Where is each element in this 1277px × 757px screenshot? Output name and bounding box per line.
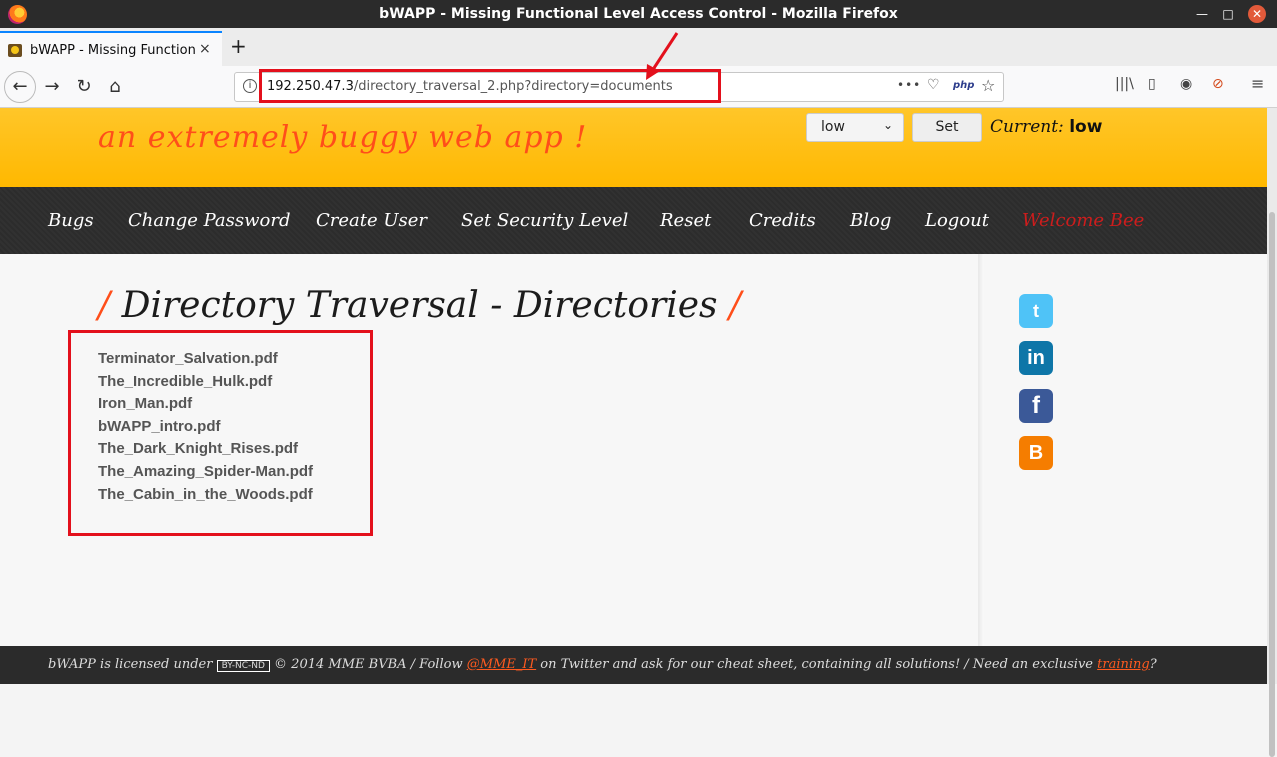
tab-bwapp[interactable]: bWAPP - Missing Function ×	[0, 31, 222, 66]
menu-set-security-level[interactable]: Set Security Level	[461, 210, 628, 231]
home-button[interactable]: ⌂	[101, 73, 129, 101]
current-value: low	[1069, 117, 1103, 137]
pocket-icon[interactable]: ♡	[927, 77, 940, 93]
page-title: / Directory Traversal - Directories /	[98, 285, 741, 326]
menu-change-password[interactable]: Change Password	[128, 210, 290, 231]
addon-icon[interactable]: ⊘	[1212, 76, 1224, 92]
footer-part4: ?	[1149, 657, 1157, 672]
menu-credits[interactable]: Credits	[749, 210, 816, 231]
twitter-handle-link[interactable]: @MME_IT	[467, 657, 536, 672]
new-tab-button[interactable]: +	[230, 34, 247, 58]
security-level-value: low	[821, 119, 845, 135]
twitter-icon[interactable]: t	[1019, 294, 1053, 328]
tab-strip: bWAPP - Missing Function × +	[0, 28, 1277, 66]
minimize-icon[interactable]: —	[1194, 6, 1210, 22]
scrollbar-thumb[interactable]	[1269, 212, 1275, 757]
sidebar-divider	[978, 254, 984, 646]
menu-logout[interactable]: Logout	[925, 210, 989, 231]
page-scrollbar[interactable]	[1267, 108, 1277, 757]
security-level-select[interactable]: low ⌄	[806, 113, 904, 142]
tab-title: bWAPP - Missing Function	[30, 43, 195, 58]
main-menu: Bugs Change Password Create User Set Sec…	[0, 187, 1267, 254]
tab-close-icon[interactable]: ×	[199, 41, 211, 57]
footer-text: bWAPP is licensed under BY-NC-ND © 2014 …	[48, 657, 1157, 672]
maximize-icon[interactable]: □	[1220, 6, 1236, 22]
bookmark-star-icon[interactable]: ☆	[981, 76, 995, 95]
window-title: bWAPP - Missing Functional Level Access …	[379, 6, 898, 22]
account-icon[interactable]: ◉	[1180, 76, 1192, 92]
current-security-level: Current: low	[990, 117, 1102, 137]
menu-blog[interactable]: Blog	[850, 210, 891, 231]
menu-reset[interactable]: Reset	[660, 210, 711, 231]
file-list-highlight-box	[68, 330, 373, 536]
blogger-icon[interactable]: B	[1019, 436, 1053, 470]
footer-part1: bWAPP is licensed under	[48, 657, 213, 672]
site-info-icon[interactable]: i	[243, 79, 257, 93]
title-slash-right: /	[728, 285, 742, 326]
menu-icon[interactable]: ≡	[1251, 74, 1264, 93]
site-footer: bWAPP is licensed under BY-NC-ND © 2014 …	[0, 646, 1267, 684]
training-link[interactable]: training	[1097, 657, 1150, 672]
footer-part2: © 2014 MME BVBA / Follow	[274, 657, 463, 672]
back-button[interactable]: ←	[4, 71, 36, 103]
linkedin-icon[interactable]: in	[1019, 341, 1053, 375]
php-extension-icon[interactable]: php	[953, 80, 974, 91]
site-tagline: an extremely buggy web app !	[98, 120, 588, 155]
close-window-icon[interactable]: ✕	[1248, 5, 1266, 23]
forward-button[interactable]: →	[38, 73, 66, 101]
page-actions-icon[interactable]: •••	[897, 78, 921, 92]
library-icon[interactable]: |||\	[1115, 76, 1134, 92]
facebook-icon[interactable]: f	[1019, 389, 1053, 423]
footer-part3: on Twitter and ask for our cheat sheet, …	[540, 657, 1093, 672]
window-titlebar: bWAPP - Missing Functional Level Access …	[0, 0, 1277, 28]
current-label: Current:	[990, 117, 1064, 137]
set-button[interactable]: Set	[912, 113, 982, 142]
page-title-text: Directory Traversal - Directories	[121, 285, 718, 326]
chevron-down-icon: ⌄	[882, 118, 893, 132]
title-slash-left: /	[98, 285, 111, 326]
sidebar-icon[interactable]: ▯	[1148, 76, 1156, 92]
welcome-text: Welcome Bee	[1022, 210, 1145, 231]
url-highlight-box	[259, 69, 721, 103]
bee-favicon-icon	[8, 44, 22, 57]
menu-create-user[interactable]: Create User	[316, 210, 427, 231]
menu-bugs[interactable]: Bugs	[48, 210, 94, 231]
reload-button[interactable]: ↻	[70, 73, 98, 101]
site-header: an extremely buggy web app ! low ⌄ Set C…	[0, 108, 1267, 187]
cc-license-badge[interactable]: BY-NC-ND	[216, 660, 270, 672]
